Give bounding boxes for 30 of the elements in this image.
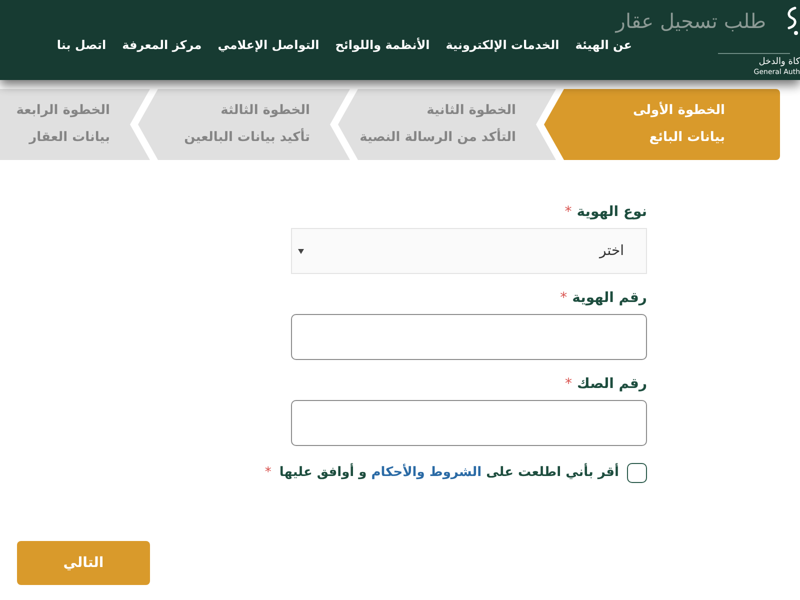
step-subtitle: التأكد من الرسالة النصية bbox=[360, 127, 516, 147]
agreement-text: أقر بأني اطلعت على الشروط والأحكام و أوافق عليها bbox=[279, 463, 619, 482]
id-type-select[interactable]: اختر bbox=[291, 228, 647, 274]
terms-link[interactable]: الشروط والأحكام bbox=[371, 465, 482, 480]
required-mark: * bbox=[565, 375, 572, 394]
field-label: نوع الهوية bbox=[576, 203, 647, 222]
field-label: رقم الهوية bbox=[572, 289, 647, 308]
input-field[interactable] bbox=[291, 400, 647, 446]
step-title: الخطوة الثالثة bbox=[220, 102, 310, 120]
nav-link[interactable]: مركز المعرفة bbox=[122, 36, 202, 54]
step-subtitle: تأكيد بيانات البالعين bbox=[184, 127, 310, 147]
step-title: الخطوة الأولى bbox=[633, 100, 725, 120]
nav-link[interactable]: الخدمات الإلكترونية bbox=[446, 36, 560, 54]
input-field[interactable] bbox=[291, 314, 647, 360]
nav-link[interactable]: الأنظمة واللوائح bbox=[335, 36, 430, 54]
required-mark: * bbox=[560, 289, 568, 308]
logo-text: كاة والدخل bbox=[758, 56, 800, 68]
nav-link[interactable]: عن الهيئة bbox=[575, 36, 632, 54]
page-title: طلب تسجيل عقار bbox=[616, 8, 766, 34]
nav-link[interactable]: اتصل بنا bbox=[56, 36, 106, 54]
step-subtitle: بيانات البائع bbox=[649, 129, 725, 147]
required-mark: * bbox=[564, 203, 572, 222]
required-mark: * bbox=[264, 464, 272, 482]
step-title: الخطوة الثانية bbox=[426, 102, 516, 120]
caret-icon bbox=[298, 248, 304, 254]
agreement-checkbox[interactable] bbox=[627, 463, 647, 483]
step-title: الخطوة الرابعة bbox=[16, 102, 110, 120]
nav-link[interactable]: التواصل الإعلامي bbox=[218, 36, 320, 54]
step-subtitle: بيانات العقار bbox=[29, 129, 110, 147]
field-label: رقم الصك bbox=[577, 375, 647, 394]
